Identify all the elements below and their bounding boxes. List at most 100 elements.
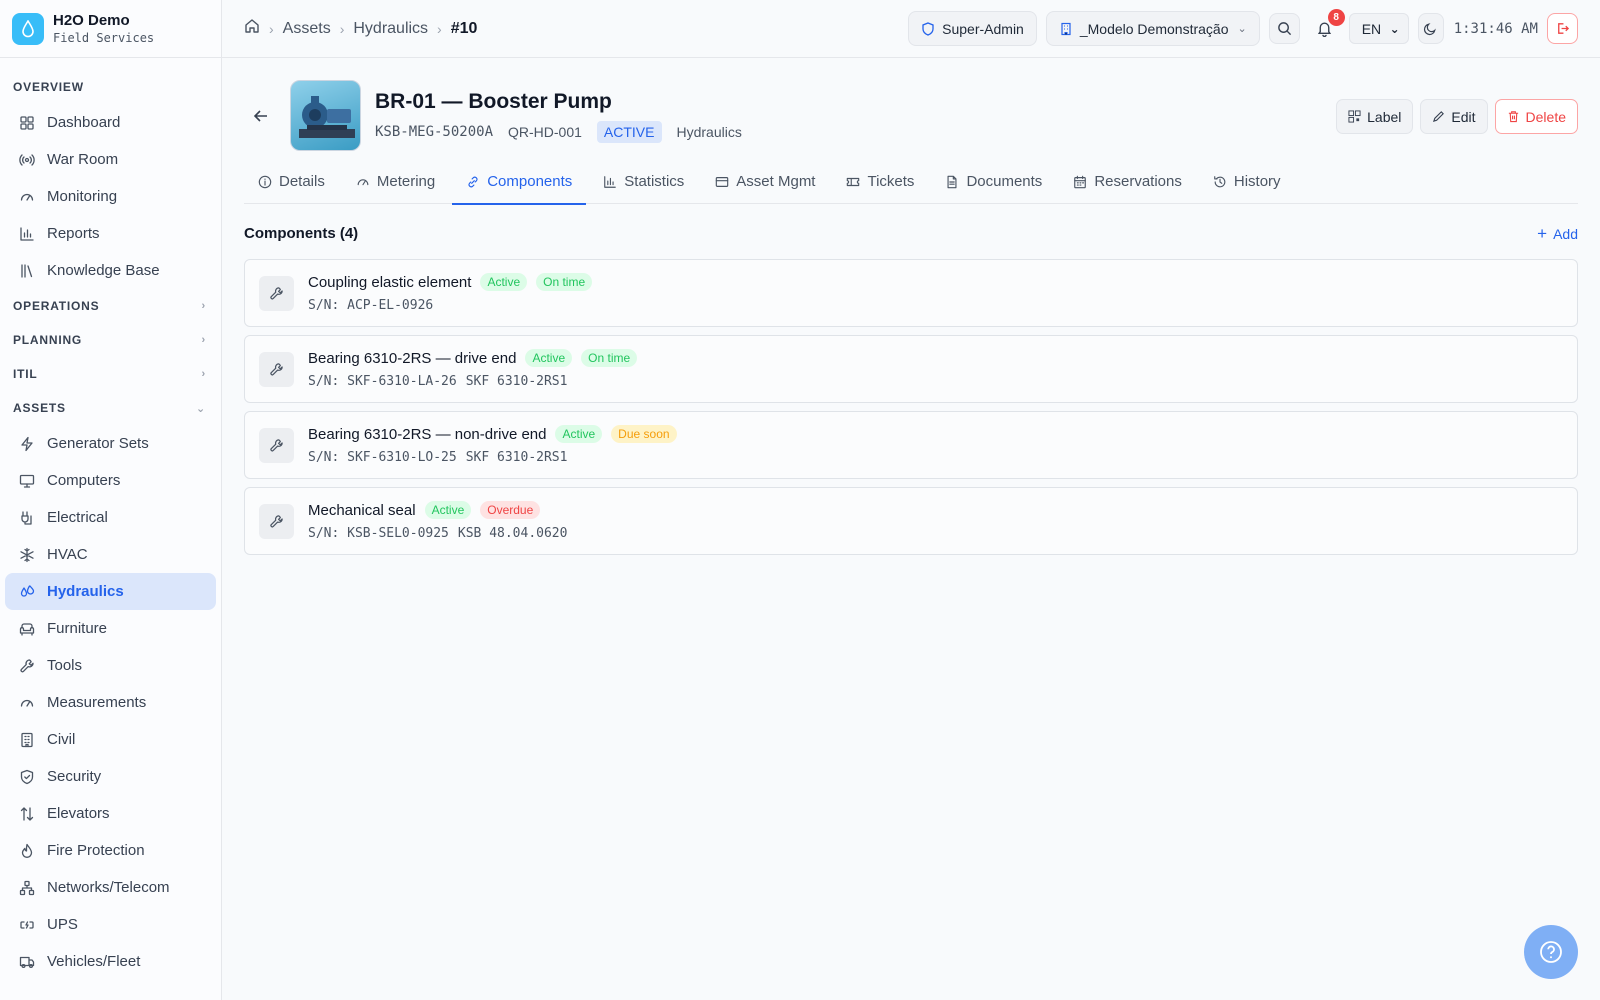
sidebar-item-label: Vehicles/Fleet (47, 953, 141, 970)
sidebar-item-label: Civil (47, 731, 76, 748)
logout-icon (1558, 23, 1570, 34)
tab-tickets[interactable]: Tickets (832, 173, 928, 204)
component-icon (259, 275, 294, 311)
shield-icon (922, 21, 934, 36)
section-planning[interactable]: PLANNING › (0, 323, 221, 357)
label-button[interactable]: Label (1336, 99, 1414, 134)
section-overview: OVERVIEW (13, 80, 84, 94)
sidebar-item-label: Elevators (47, 805, 110, 822)
library-icon (21, 263, 33, 278)
sidebar-item-security[interactable]: Security (5, 758, 216, 795)
section-operations[interactable]: OPERATIONS › (0, 289, 221, 323)
sidebar-item-label: Measurements (47, 694, 147, 711)
breadcrumb-hydraulics[interactable]: Hydraulics (353, 20, 428, 38)
sidebar-item-reports[interactable]: Reports (5, 215, 216, 252)
delete-button[interactable]: Delete (1494, 99, 1578, 134)
link-icon (468, 176, 478, 188)
logout-button[interactable] (1547, 13, 1578, 44)
tab-details[interactable]: Details (244, 173, 339, 204)
add-component-button[interactable]: + Add (1537, 224, 1578, 244)
section-itil[interactable]: ITIL › (0, 357, 221, 391)
sidebar-item-knowledge-base[interactable]: Knowledge Base (5, 252, 216, 289)
component-row[interactable]: Bearing 6310-2RS — non-drive end Active Du… (244, 411, 1578, 479)
sidebar-item-measurements[interactable]: Measurements (5, 684, 216, 721)
document-icon (947, 175, 957, 189)
tab-documents[interactable]: Documents (931, 173, 1056, 204)
sidebar-item-dashboard[interactable]: Dashboard (5, 104, 216, 141)
info-icon (258, 175, 272, 189)
sidebar-item-civil[interactable]: Civil (5, 721, 216, 758)
language-value: EN (1361, 20, 1382, 37)
brand[interactable]: H2O Demo Field Services (0, 0, 221, 58)
sidebar-item-label: Computers (47, 472, 121, 489)
sidebar-item-networks-telecom[interactable]: Networks/Telecom (5, 869, 216, 906)
asset-category: Hydraulics (676, 124, 742, 140)
tab-reservations[interactable]: Reservations (1059, 173, 1196, 204)
home-icon[interactable] (244, 18, 260, 39)
sidebar-item-label: War Room (47, 151, 119, 168)
bar-chart-icon (604, 176, 617, 188)
component-row[interactable]: Coupling elastic element Active On time S/N… (244, 259, 1578, 327)
wrench-icon (270, 514, 283, 527)
chevron-right-icon: › (201, 300, 206, 312)
breadcrumb-assets[interactable]: Assets (283, 20, 331, 38)
sidebar-item-fire-protection[interactable]: Fire Protection (5, 832, 216, 869)
component-icon (259, 351, 294, 387)
component-icon (259, 503, 294, 539)
tab-label: Reservations (1094, 173, 1182, 190)
main-content: BR-01 — Booster Pump KSB-MEG-50200A QR-H… (244, 58, 1578, 563)
edit-button-text: Edit (1451, 108, 1476, 125)
building-icon (1061, 22, 1071, 35)
tab-statistics[interactable]: Statistics (589, 173, 698, 204)
component-name: Bearing 6310-2RS — non-drive end (308, 425, 547, 443)
topbar: › Assets › Hydraulics › #10 Super-Admin … (222, 0, 1600, 58)
sidebar-item-furniture[interactable]: Furniture (5, 610, 216, 647)
sidebar-item-label: UPS (47, 916, 78, 933)
component-row[interactable]: Mechanical seal Active Overdue S/N: KSB-SEL… (244, 487, 1578, 555)
wrench-icon (270, 438, 283, 451)
help-button[interactable] (1524, 925, 1578, 979)
sidebar-item-monitoring[interactable]: Monitoring (5, 178, 216, 215)
sidebar-item-war-room[interactable]: War Room (5, 141, 216, 178)
chevron-down-icon: ⌄ (195, 402, 206, 415)
calendar-icon (1074, 175, 1087, 189)
component-part-number: KSB 48.04.0620 (457, 526, 568, 541)
tab-label: History (1233, 173, 1281, 190)
qr-code-icon (1348, 110, 1361, 123)
wrench-icon (270, 362, 283, 375)
back-arrow-icon[interactable] (250, 105, 272, 127)
breadcrumb: › Assets › Hydraulics › #10 (244, 18, 899, 39)
sidebar-item-computers[interactable]: Computers (5, 462, 216, 499)
notifications-button[interactable]: 8 (1309, 9, 1345, 44)
tenant-selector[interactable]: _Modelo Demonstração ⌄ (1045, 11, 1260, 46)
search-button[interactable] (1268, 13, 1300, 44)
sidebar-item-electrical[interactable]: Electrical (5, 499, 216, 536)
component-name: Coupling elastic element (308, 273, 472, 291)
sidebar-item-label: Dashboard (47, 114, 121, 131)
section-assets[interactable]: ASSETS ⌄ (0, 391, 221, 425)
tab-components[interactable]: Components (452, 173, 587, 205)
tab-label: Details (279, 173, 325, 190)
chevron-down-icon: ⌄ (1389, 21, 1400, 36)
language-select[interactable]: EN ⌄ (1348, 13, 1409, 44)
tab-metering[interactable]: Metering (342, 173, 449, 204)
droplets-icon (20, 584, 35, 597)
edit-button[interactable]: Edit (1420, 99, 1488, 134)
sidebar-item-hvac[interactable]: HVAC (5, 536, 216, 573)
theme-toggle[interactable] (1417, 13, 1444, 44)
tab-label: Statistics (624, 173, 685, 190)
role-button[interactable]: Super-Admin (908, 11, 1037, 46)
sidebar-item-label: Networks/Telecom (47, 879, 170, 896)
tab-history[interactable]: History (1199, 173, 1295, 204)
tab-asset-mgmt[interactable]: Asset Mgmt (701, 173, 829, 204)
sidebar-item-tools[interactable]: Tools (5, 647, 216, 684)
component-serial: S/N: KSB-SEL0-0925 (308, 526, 449, 541)
sidebar-item-generator-sets[interactable]: Generator Sets (5, 425, 216, 462)
asset-model: KSB-MEG-50200A (375, 124, 494, 140)
sidebar-item-elevators[interactable]: Elevators (5, 795, 216, 832)
sidebar-item-vehicles-fleet[interactable]: Vehicles/Fleet (5, 943, 216, 980)
sidebar-item-hydraulics[interactable]: Hydraulics (5, 573, 216, 610)
card-icon (716, 177, 729, 187)
sidebar-item-ups[interactable]: UPS (5, 906, 216, 943)
component-row[interactable]: Bearing 6310-2RS — drive end Active On tim… (244, 335, 1578, 403)
